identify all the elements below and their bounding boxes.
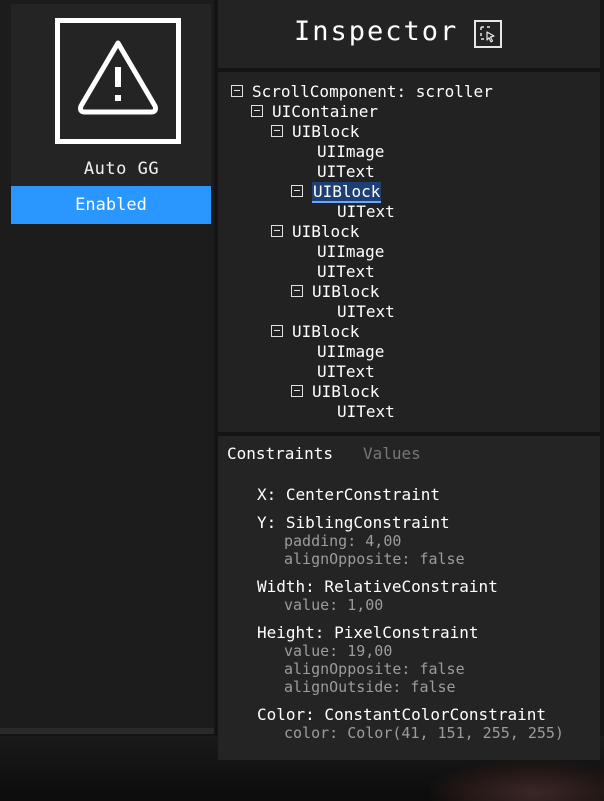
tree-node-label[interactable]: UIBlock [312,382,379,401]
tree-node-label[interactable]: UIImage [317,242,384,261]
constraint-y: Y: SiblingConstraint [257,513,450,532]
tree-node[interactable]: UIText [317,262,375,282]
tree-node-label[interactable]: UIContainer [272,102,378,121]
collapse-icon[interactable] [231,84,243,97]
collapse-icon[interactable] [271,224,283,237]
tree-node-label[interactable]: UIText [317,262,375,281]
tree-node[interactable]: UIBlock [271,222,359,242]
tree-node[interactable]: ScrollComponent: scroller [231,82,493,102]
tree-node[interactable]: UIText [317,162,375,182]
constraint-height-align-outside: alignOutside: false [284,678,456,696]
tree-node-label[interactable]: UIText [317,162,375,181]
inspector-header: Inspector [218,0,600,68]
tree-node-label[interactable]: UIText [337,402,395,421]
tree-node-label[interactable]: UIText [317,362,375,381]
collapse-icon[interactable] [271,124,283,137]
module-name: Auto GG [83,159,160,179]
properties-panel: Constraints Values X: CenterConstraint Y… [218,436,600,760]
constraint-y-align-opposite: alignOpposite: false [284,550,465,568]
tree-node[interactable]: UIText [317,362,375,382]
constraint-color: Color: ConstantColorConstraint [257,705,546,724]
constraint-height: Height: PixelConstraint [257,623,479,642]
tree-node[interactable]: UIBlock [291,382,379,402]
tree-node-label[interactable]: UIBlock [292,122,359,141]
constraint-height-align-opposite: alignOpposite: false [284,660,465,678]
tree-node-label[interactable]: UIImage [317,142,384,161]
tree-node[interactable]: UIBlock [271,322,359,342]
tree-node[interactable]: UIText [337,402,395,422]
constraint-height-value: value: 19,00 [284,642,393,660]
tree-node-label[interactable]: UIImage [317,342,384,361]
constraint-y-padding: padding: 4,00 [284,532,402,550]
tree-node-label[interactable]: UIText [337,302,395,321]
tree-node[interactable]: UIContainer [251,102,378,122]
tree-node-label[interactable]: UIBlock [312,282,379,301]
tree-node[interactable]: UIText [337,302,395,322]
tree-node-selected[interactable]: UIBlock [291,182,382,203]
constraint-width-value: value: 1,00 [284,596,384,614]
tree-node-label[interactable]: UIBlock [292,222,359,241]
tree-node-label[interactable]: ScrollComponent: scroller [252,82,493,101]
element-picker-icon[interactable] [474,20,502,48]
collapse-icon[interactable] [251,104,263,117]
module-enabled-toggle[interactable]: Enabled [11,186,211,224]
module-list-panel: Auto GG Enabled [0,0,214,734]
warning-triangle-icon [55,18,181,144]
panel-divider [0,728,214,734]
tree-node[interactable]: UIImage [317,342,384,362]
constraint-color-value: color: Color(41, 151, 255, 255) [284,724,564,742]
inspector-title: Inspector [294,16,459,47]
collapse-icon[interactable] [271,324,283,337]
tree-node[interactable]: UIText [337,202,395,222]
tree-node-label[interactable]: UIBlock [292,322,359,341]
tree-node[interactable]: UIImage [317,242,384,262]
tree-node[interactable]: UIImage [317,142,384,162]
background-scene [430,760,604,801]
tree-node[interactable]: UIBlock [271,122,359,142]
component-tree[interactable]: ScrollComponent: scroller UIContainer UI… [218,72,600,432]
collapse-icon[interactable] [291,384,303,397]
constraint-x: X: CenterConstraint [257,485,441,504]
collapse-icon[interactable] [291,184,303,197]
tab-constraints[interactable]: Constraints [227,444,333,463]
tree-node[interactable]: UIBlock [291,282,379,302]
tree-node-label[interactable]: UIText [337,202,395,221]
tree-node-label[interactable]: UIBlock [312,182,382,203]
tab-values[interactable]: Values [363,444,421,463]
collapse-icon[interactable] [291,284,303,297]
constraint-width: Width: RelativeConstraint [257,577,498,596]
